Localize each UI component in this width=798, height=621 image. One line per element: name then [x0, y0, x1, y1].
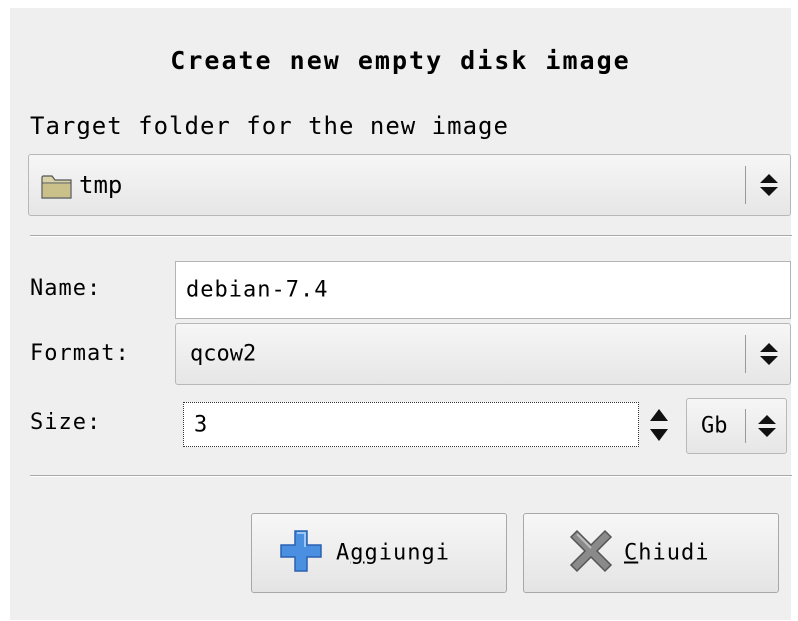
plus-icon: [278, 528, 324, 578]
dialog-title: Create new empty disk image: [170, 46, 631, 75]
folder-icon: [41, 172, 73, 200]
folder-value: tmp: [79, 171, 123, 199]
format-combo[interactable]: qcow2: [175, 323, 791, 385]
size-label: Size:: [30, 410, 102, 435]
combo-separator: [745, 165, 746, 205]
size-value: 3: [194, 412, 208, 437]
updown-arrows-icon: [758, 341, 780, 367]
add-button-label: Aggiungi: [336, 540, 450, 566]
add-button[interactable]: Aggiungi: [251, 513, 507, 593]
close-x-icon: [568, 528, 614, 578]
spin-updown-icon[interactable]: [648, 406, 670, 444]
separator-top: [30, 235, 792, 237]
updown-arrows-icon: [758, 172, 780, 198]
create-disk-image-dialog: Create new empty disk image Target folde…: [10, 8, 792, 620]
name-value: debian-7.4: [186, 277, 329, 303]
combo-separator: [745, 408, 746, 444]
name-label: Name:: [30, 276, 102, 301]
target-folder-combo[interactable]: tmp: [28, 154, 791, 216]
combo-separator: [745, 334, 746, 374]
close-button[interactable]: Chiudi: [523, 513, 779, 593]
size-unit-value: Gb: [701, 413, 728, 439]
format-label: Format:: [30, 341, 130, 366]
updown-arrows-icon: [756, 413, 778, 439]
target-folder-label: Target folder for the new image: [30, 112, 509, 140]
separator-bottom: [30, 475, 792, 477]
size-spinbutton[interactable]: 3: [183, 402, 639, 447]
size-unit-combo[interactable]: Gb: [686, 398, 787, 454]
close-button-label: Chiudi: [624, 540, 710, 566]
format-value: qcow2: [190, 341, 257, 367]
name-field[interactable]: debian-7.4: [175, 261, 791, 319]
